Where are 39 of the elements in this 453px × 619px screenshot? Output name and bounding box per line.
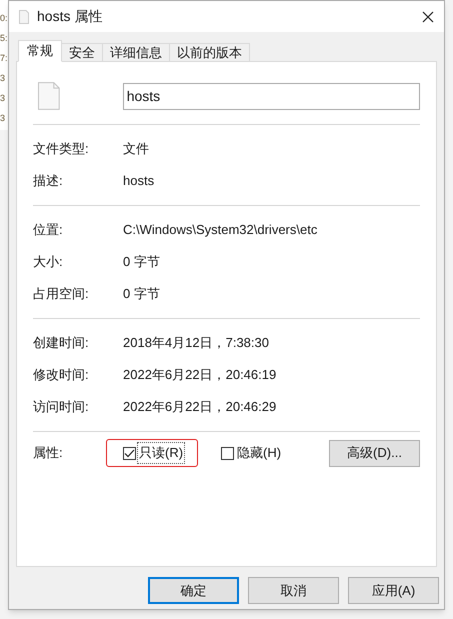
field-label: 位置: xyxy=(33,221,64,240)
window-title: hosts 属性 xyxy=(37,7,102,26)
tab[interactable]: 详细信息 xyxy=(102,43,170,62)
field-label: 占用空间: xyxy=(33,285,90,304)
field-value: 0 字节 xyxy=(123,285,160,304)
field-label: 修改时间: xyxy=(33,366,90,384)
tab[interactable]: 安全 xyxy=(61,43,103,62)
background-text: 5: xyxy=(0,32,9,45)
check-icon xyxy=(124,448,135,458)
field-label: 描述: xyxy=(33,172,64,190)
background-text: 3 xyxy=(0,112,6,125)
advanced-button[interactable]: 高级(D)... xyxy=(329,440,420,466)
field-value: 2022年6月22日，20:46:29 xyxy=(123,398,276,416)
field-label: 访问时间: xyxy=(33,398,90,416)
background-text: 7: xyxy=(0,52,9,65)
file-icon xyxy=(19,10,29,24)
checkbox[interactable]: 隐藏(H) xyxy=(216,439,288,467)
field-label: 属性: xyxy=(33,444,64,462)
background-text: 3 xyxy=(0,72,6,85)
field-value: 文件 xyxy=(123,140,149,158)
field-label: 创建时间: xyxy=(33,334,90,352)
dialog-button[interactable]: 确定 xyxy=(148,577,239,604)
file-name-field[interactable]: hosts xyxy=(122,82,420,110)
checkbox[interactable]: 只读(R) xyxy=(106,439,198,467)
field-label: 文件类型: xyxy=(33,140,90,158)
dialog-button[interactable]: 应用(A) xyxy=(348,577,439,604)
close-icon[interactable] xyxy=(422,10,434,22)
tab[interactable]: 常规 xyxy=(18,40,62,62)
field-value: 2018年4月12日，7:38:30 xyxy=(123,334,269,352)
tab[interactable]: 以前的版本 xyxy=(169,43,250,62)
field-value: hosts xyxy=(123,172,154,190)
background-text: 3 xyxy=(0,92,6,105)
field-label: 大小: xyxy=(33,253,64,272)
field-value: 0 字节 xyxy=(123,253,160,272)
document-icon xyxy=(38,82,60,110)
background-text: 0: xyxy=(0,12,9,25)
field-value: C:\Windows\System32\drivers\etc xyxy=(123,221,318,240)
dialog-button[interactable]: 取消 xyxy=(248,577,339,604)
field-value: 2022年6月22日，20:46:19 xyxy=(123,366,276,384)
